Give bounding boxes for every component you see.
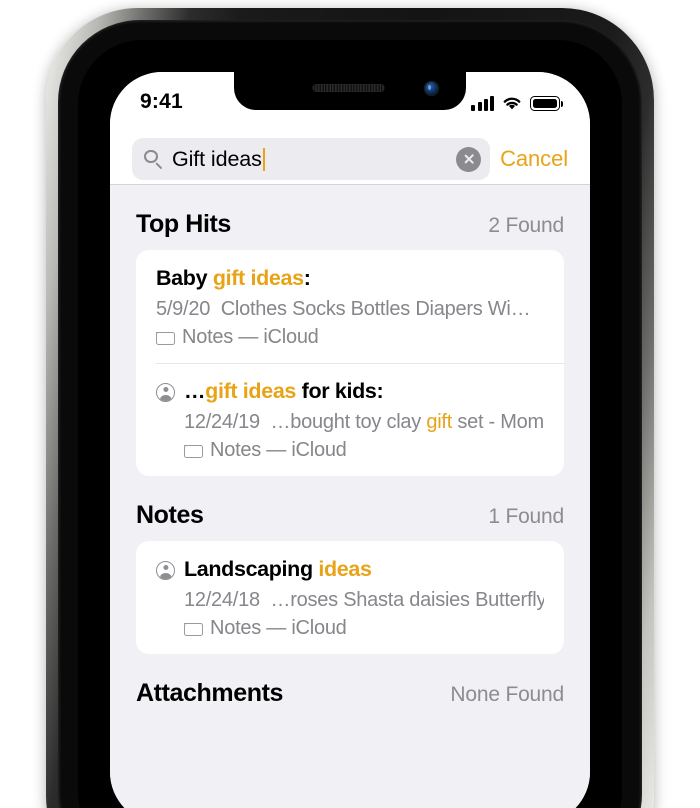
device-inner-shell: 9:41 Gift ideas Cancel Top Hits 2 Found …	[58, 20, 642, 808]
highlighted-match: gift ideas	[212, 266, 304, 290]
section-title: Top Hits	[136, 210, 231, 238]
results-card: Baby gift ideas: 5/9/20 Clothes Socks Bot…	[136, 250, 564, 476]
section-header: Notes 1 Found	[110, 476, 590, 541]
result-date: 12/24/19	[184, 410, 260, 433]
shared-note-person-icon	[156, 382, 175, 402]
result-folder-label: Notes — iCloud	[182, 325, 319, 348]
result-folder: Notes — iCloud	[184, 439, 544, 462]
folder-icon	[184, 621, 203, 636]
search-result-row[interactable]: Baby gift ideas: 5/9/20 Clothes Socks Bot…	[136, 250, 564, 363]
search-input[interactable]: Gift ideas	[132, 138, 491, 180]
earpiece-speaker-icon	[312, 84, 385, 92]
search-results-list[interactable]: Top Hits 2 Found Baby gift ideas: 5/9/20 Cl…	[110, 185, 590, 808]
results-card: Landscaping ideas 12/24/18 …roses Shasta …	[136, 540, 564, 654]
section-title: Attachments	[136, 678, 284, 707]
search-input-value: Gift ideas	[172, 147, 447, 172]
plain-text: set - Mom…	[457, 410, 544, 433]
result-folder: Notes — iCloud	[156, 326, 544, 349]
text-cursor	[262, 147, 266, 171]
result-body: Baby gift ideas: 5/9/20 Clothes Socks Bot…	[156, 265, 544, 349]
iphone-device-frame: 9:41 Gift ideas Cancel Top Hits 2 Found …	[46, 8, 654, 808]
search-result-row[interactable]: Landscaping ideas 12/24/18 …roses Shasta …	[136, 541, 564, 654]
section-title: Notes	[136, 500, 204, 529]
result-folder: Notes — iCloud	[184, 617, 544, 640]
plain-text: Baby	[156, 266, 213, 290]
result-title: Landscaping ideas	[184, 556, 544, 583]
screenshot-stage: 9:41 Gift ideas Cancel Top Hits 2 Found …	[0, 0, 700, 808]
plain-text: …roses Shasta daisies Butterfly b…	[270, 588, 544, 611]
cancel-button[interactable]: Cancel	[500, 146, 568, 172]
front-camera-icon	[425, 82, 438, 95]
section-header: Top Hits 2 Found	[110, 185, 590, 250]
highlighted-match: ideas	[318, 556, 372, 581]
result-date: 12/24/18	[184, 588, 260, 611]
folder-icon	[184, 443, 203, 458]
result-snippet: 5/9/20 Clothes Socks Bottles Diapers Wi…	[156, 295, 544, 323]
highlighted-match: gift ideas	[205, 378, 297, 403]
search-icon	[144, 149, 163, 169]
result-snippet: 12/24/18 …roses Shasta daisies Butterfly…	[184, 586, 544, 614]
plain-text: …bought toy clay	[270, 410, 427, 433]
shared-note-person-icon	[156, 560, 175, 580]
plain-text: Clothes Socks Bottles Diapers Wi…	[220, 297, 531, 320]
result-body: …gift ideas for kids: 12/24/19 …bought to…	[156, 378, 544, 462]
result-folder-label: Notes — iCloud	[210, 616, 347, 639]
section-header: Attachments None Found	[110, 654, 590, 719]
plain-text: Landscaping	[184, 556, 319, 581]
section-count: None Found	[450, 682, 564, 706]
section-count: 2 Found	[488, 214, 564, 237]
result-snippet: 12/24/19 …bought toy clay gift set - Mom…	[184, 408, 544, 436]
clear-search-button[interactable]	[456, 146, 482, 172]
result-body: Landscaping ideas 12/24/18 …roses Shasta …	[156, 556, 544, 640]
device-screen: 9:41 Gift ideas Cancel Top Hits 2 Found …	[110, 72, 590, 808]
section-count: 1 Found	[488, 504, 564, 528]
display-notch	[234, 72, 466, 110]
plain-text: …	[184, 378, 206, 403]
result-folder-label: Notes — iCloud	[210, 438, 347, 461]
result-text: Baby gift ideas: 5/9/20 Clothes Socks Bot…	[156, 265, 544, 349]
result-title: …gift ideas for kids:	[184, 378, 544, 405]
plain-text: :	[303, 266, 311, 290]
device-bezel: 9:41 Gift ideas Cancel Top Hits 2 Found …	[78, 40, 622, 808]
result-text: Landscaping ideas 12/24/18 …roses Shasta …	[184, 556, 544, 640]
plain-text: for kids:	[296, 378, 384, 403]
folder-icon	[156, 330, 175, 345]
result-date: 5/9/20	[156, 297, 211, 320]
search-result-row[interactable]: …gift ideas for kids: 12/24/19 …bought to…	[136, 362, 564, 476]
result-text: …gift ideas for kids: 12/24/19 …bought to…	[184, 378, 544, 462]
result-title: Baby gift ideas:	[156, 265, 544, 292]
highlighted-match: gift	[426, 410, 453, 433]
